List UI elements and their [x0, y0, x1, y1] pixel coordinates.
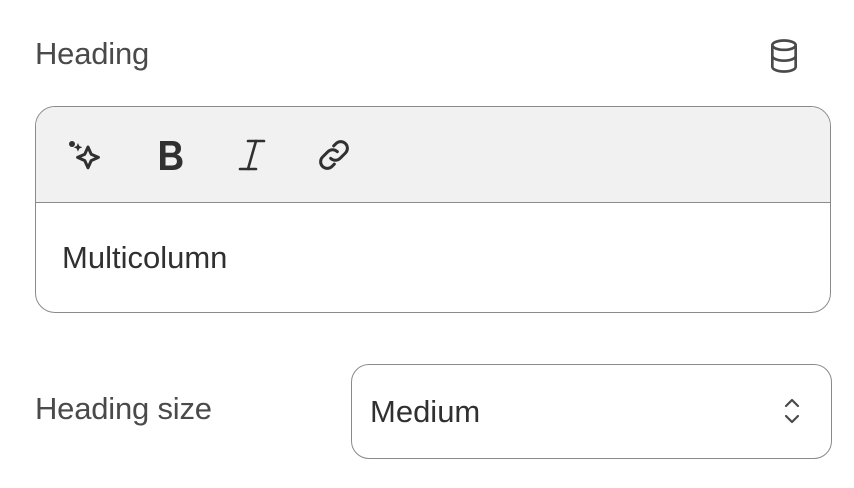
bold-button[interactable]: [148, 133, 192, 177]
database-icon[interactable]: [764, 36, 804, 76]
chevron-up-down-icon: [784, 398, 800, 424]
ai-sparkle-button[interactable]: [62, 133, 106, 177]
bold-icon: [160, 141, 183, 170]
link-icon: [319, 140, 349, 170]
heading-label: Heading: [35, 36, 150, 71]
link-button[interactable]: [312, 133, 356, 177]
editor-toolbar: [36, 107, 830, 203]
sparkle-icon: [69, 141, 100, 170]
heading-rich-text-editor[interactable]: Multicolumn: [35, 106, 831, 313]
heading-text-value[interactable]: Multicolumn: [62, 240, 227, 276]
heading-size-selected-value: Medium: [370, 394, 481, 429]
italic-icon: [238, 139, 266, 171]
italic-button[interactable]: [230, 133, 274, 177]
heading-size-select[interactable]: Medium: [351, 364, 832, 459]
heading-size-label: Heading size: [35, 391, 212, 426]
